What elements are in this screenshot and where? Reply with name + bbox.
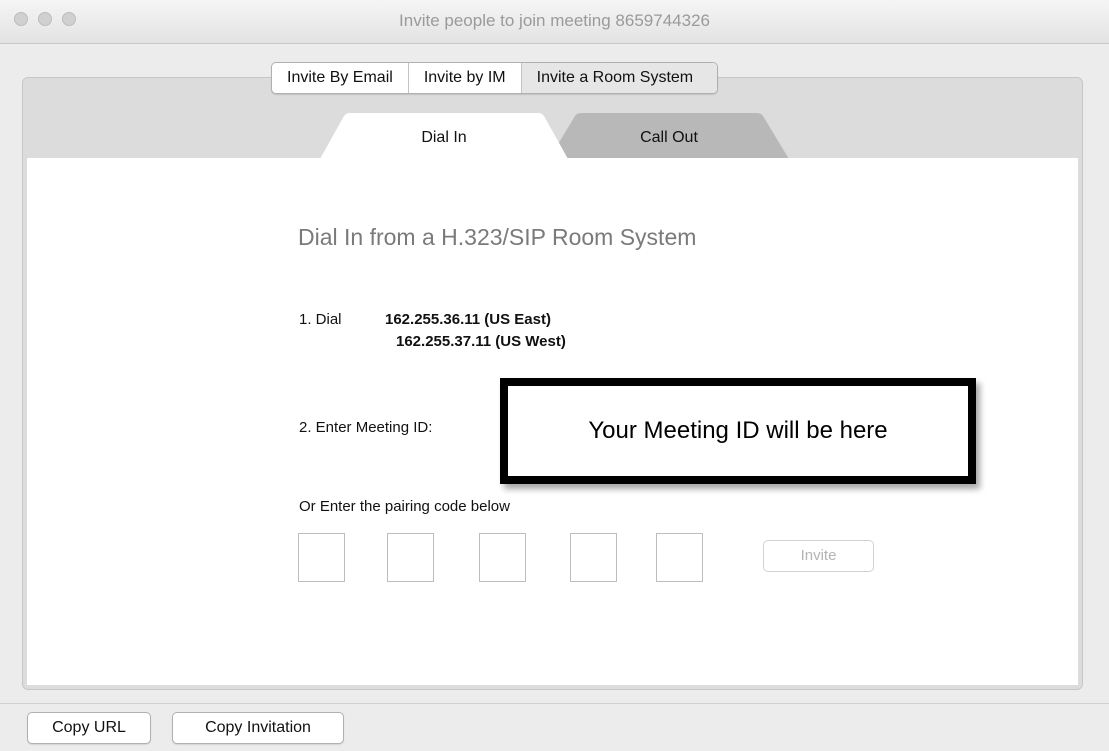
pairing-code-digit-5[interactable] xyxy=(656,533,703,582)
dial-in-heading: Dial In from a H.323/SIP Room System xyxy=(298,224,697,250)
invite-method-segmented-control: Invite By Email Invite by IM Invite a Ro… xyxy=(271,62,719,94)
meeting-id-callout: Your Meeting ID will be here xyxy=(500,378,976,484)
step2-label: 2. Enter Meeting ID: xyxy=(299,419,433,436)
dial-address-us-west: 162.255.37.11 (US West) xyxy=(396,333,566,350)
invite-button[interactable]: Invite xyxy=(763,540,874,572)
window-title: Invite people to join meeting 8659744326 xyxy=(399,11,710,30)
pairing-code-digit-2[interactable] xyxy=(387,533,434,582)
tab-dial-in[interactable]: Dial In xyxy=(320,113,568,159)
pairing-code-digit-1[interactable] xyxy=(298,533,345,582)
dial-in-label: Dial In xyxy=(421,129,467,146)
call-out-label: Call Out xyxy=(640,129,698,146)
copy-invitation-button[interactable]: Copy Invitation xyxy=(172,712,344,744)
footer-divider xyxy=(0,703,1109,704)
tab-invite-by-im[interactable]: Invite by IM xyxy=(409,63,522,93)
title-bar: Invite people to join meeting 8659744326 xyxy=(0,0,1109,44)
tab-invite-by-email[interactable]: Invite By Email xyxy=(272,63,409,93)
pairing-code-digit-3[interactable] xyxy=(479,533,526,582)
copy-url-button[interactable]: Copy URL xyxy=(27,712,151,744)
step1-label: 1. Dial xyxy=(299,311,342,328)
dial-address-us-east: 162.255.36.11 (US East) xyxy=(385,311,551,328)
pairing-code-label: Or Enter the pairing code below xyxy=(299,498,510,515)
tab-call-out[interactable]: Call Out xyxy=(549,113,789,159)
tab-invite-room-system[interactable]: Invite a Room System xyxy=(521,63,718,93)
pairing-code-digit-4[interactable] xyxy=(570,533,617,582)
